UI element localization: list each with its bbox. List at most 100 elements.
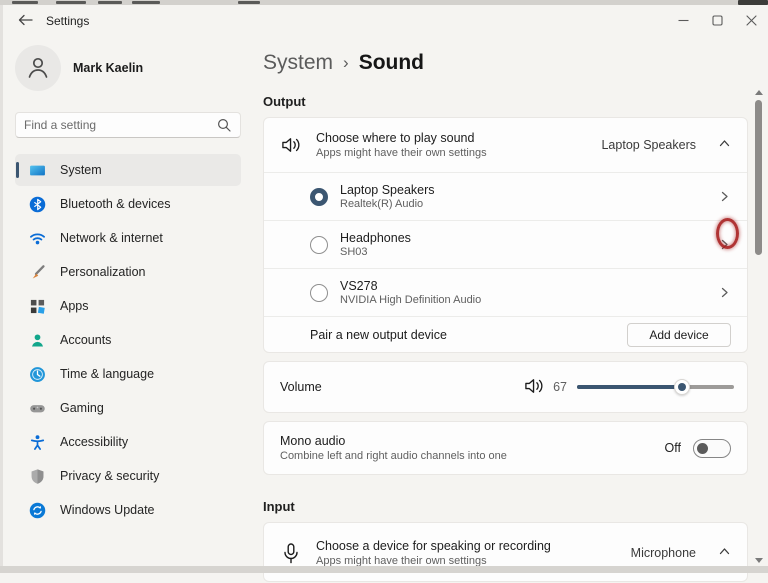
- windows-update-icon: [29, 502, 46, 519]
- user-profile[interactable]: Mark Kaelin: [15, 42, 253, 94]
- system-icon: [29, 162, 46, 179]
- scrollbar-down-arrow-icon[interactable]: [755, 558, 763, 563]
- breadcrumb-parent[interactable]: System: [263, 51, 333, 75]
- window-left-edge: [0, 5, 3, 566]
- window-title: Settings: [46, 14, 89, 28]
- sidebar-item-label: Apps: [60, 299, 89, 313]
- sidebar: Mark Kaelin System Bluetooth & devices Net…: [3, 36, 253, 566]
- maximize-button[interactable]: [700, 5, 734, 36]
- annotation-circle: [716, 218, 739, 249]
- pair-device-row: Pair a new output device Add device: [264, 316, 747, 352]
- scrollbar-up-arrow-icon[interactable]: [755, 90, 763, 95]
- device-detail: NVIDIA High Definition Audio: [340, 294, 481, 306]
- search-icon[interactable]: [217, 118, 231, 132]
- chevron-up-icon[interactable]: [718, 137, 731, 153]
- pair-device-label: Pair a new output device: [310, 328, 447, 342]
- close-button[interactable]: [734, 5, 768, 36]
- selected-indicator: [16, 162, 19, 178]
- chevron-right-icon[interactable]: [718, 190, 731, 203]
- accounts-icon: [29, 332, 46, 349]
- device-list: Laptop SpeakersRealtek(R) AudioHeadphone…: [264, 172, 747, 316]
- sidebar-item-apps[interactable]: Apps: [15, 290, 241, 322]
- gaming-icon: [29, 400, 46, 417]
- output-device-card: Choose where to play sound Apps might ha…: [263, 117, 748, 353]
- titlebar: Settings: [0, 5, 768, 36]
- mono-audio-toggle[interactable]: [693, 439, 731, 458]
- avatar: [15, 45, 61, 91]
- mono-audio-subtitle: Combine left and right audio channels in…: [280, 450, 507, 462]
- input-device-card: Choose a device for speaking or recordin…: [263, 522, 748, 582]
- chevron-right-icon[interactable]: [718, 286, 731, 299]
- add-device-button[interactable]: Add device: [627, 323, 731, 347]
- breadcrumb: System › Sound: [263, 48, 748, 78]
- sidebar-item-accounts[interactable]: Accounts: [15, 324, 241, 356]
- search-input[interactable]: [16, 118, 217, 132]
- volume-value: 67: [553, 380, 567, 394]
- volume-slider-fill: [577, 385, 682, 389]
- speaker-icon: [280, 136, 302, 154]
- sidebar-item-label: Gaming: [60, 401, 104, 415]
- bluetooth-icon: [29, 196, 46, 213]
- sidebar-item-privacy-and-security[interactable]: Privacy & security: [15, 460, 241, 492]
- close-icon: [746, 15, 757, 26]
- personalization-icon: [29, 264, 46, 281]
- radio-selected-laptop-speakers[interactable]: [310, 188, 328, 206]
- output-card-title: Choose where to play sound: [316, 131, 487, 145]
- sidebar-item-label: Accounts: [60, 333, 111, 347]
- mono-audio-title: Mono audio: [280, 434, 507, 448]
- sidebar-item-label: Privacy & security: [60, 469, 159, 483]
- breadcrumb-separator: ›: [343, 53, 349, 73]
- selected-input-device: Microphone: [631, 546, 696, 560]
- input-card-title: Choose a device for speaking or recordin…: [316, 539, 551, 553]
- device-row-vs278[interactable]: VS278NVIDIA High Definition Audio: [264, 268, 747, 316]
- sidebar-item-label: Bluetooth & devices: [60, 197, 171, 211]
- selected-output-device: Laptop Speakers: [601, 138, 696, 152]
- sidebar-item-time-and-language[interactable]: Time & language: [15, 358, 241, 390]
- time-language-icon: [29, 366, 46, 383]
- sidebar-item-label: Windows Update: [60, 503, 155, 517]
- back-button[interactable]: [10, 10, 40, 32]
- sidebar-item-personalization[interactable]: Personalization: [15, 256, 241, 288]
- sidebar-item-label: System: [60, 163, 102, 177]
- toggle-knob: [697, 443, 708, 454]
- device-name: Laptop Speakers: [340, 183, 435, 197]
- input-card-header[interactable]: Choose a device for speaking or recordin…: [264, 523, 747, 583]
- mono-audio-state: Off: [665, 441, 681, 455]
- background-window-top-sliver: [0, 0, 768, 5]
- device-row-laptop-speakers[interactable]: Laptop SpeakersRealtek(R) Audio: [264, 172, 747, 220]
- sidebar-item-gaming[interactable]: Gaming: [15, 392, 241, 424]
- volume-slider[interactable]: [577, 379, 734, 395]
- device-detail: SH03: [340, 246, 411, 258]
- search-box[interactable]: [15, 112, 241, 138]
- privacy-icon: [29, 468, 46, 485]
- radio-headphones[interactable]: [310, 236, 328, 254]
- sidebar-item-system[interactable]: System: [15, 154, 241, 186]
- background-window-bottom-sliver: [0, 566, 768, 573]
- back-arrow-icon: [18, 13, 33, 29]
- scrollbar[interactable]: [752, 88, 765, 565]
- volume-speaker-icon[interactable]: [524, 377, 545, 398]
- minimize-icon: [678, 15, 689, 26]
- input-section-heading: Input: [263, 499, 748, 514]
- sidebar-item-accessibility[interactable]: Accessibility: [15, 426, 241, 458]
- person-icon: [25, 54, 51, 83]
- sidebar-item-windows-update[interactable]: Windows Update: [15, 494, 241, 526]
- page-title: Sound: [359, 51, 424, 75]
- radio-vs278[interactable]: [310, 284, 328, 302]
- output-card-subtitle: Apps might have their own settings: [316, 147, 487, 159]
- minimize-button[interactable]: [666, 5, 700, 36]
- sidebar-item-network-and-internet[interactable]: Network & internet: [15, 222, 241, 254]
- network-icon: [29, 230, 46, 247]
- output-card-header[interactable]: Choose where to play sound Apps might ha…: [264, 118, 747, 172]
- chevron-up-icon[interactable]: [718, 545, 731, 561]
- device-detail: Realtek(R) Audio: [340, 198, 435, 210]
- device-row-headphones[interactable]: HeadphonesSH03: [264, 220, 747, 268]
- microphone-icon: [280, 543, 302, 564]
- device-name: VS278: [340, 279, 481, 293]
- sidebar-item-bluetooth-and-devices[interactable]: Bluetooth & devices: [15, 188, 241, 220]
- scrollbar-thumb[interactable]: [755, 100, 762, 255]
- main-content: System › Sound Output Choose where to pl…: [263, 36, 748, 573]
- volume-slider-thumb[interactable]: [674, 379, 690, 395]
- accessibility-icon: [29, 434, 46, 451]
- maximize-icon: [712, 15, 723, 26]
